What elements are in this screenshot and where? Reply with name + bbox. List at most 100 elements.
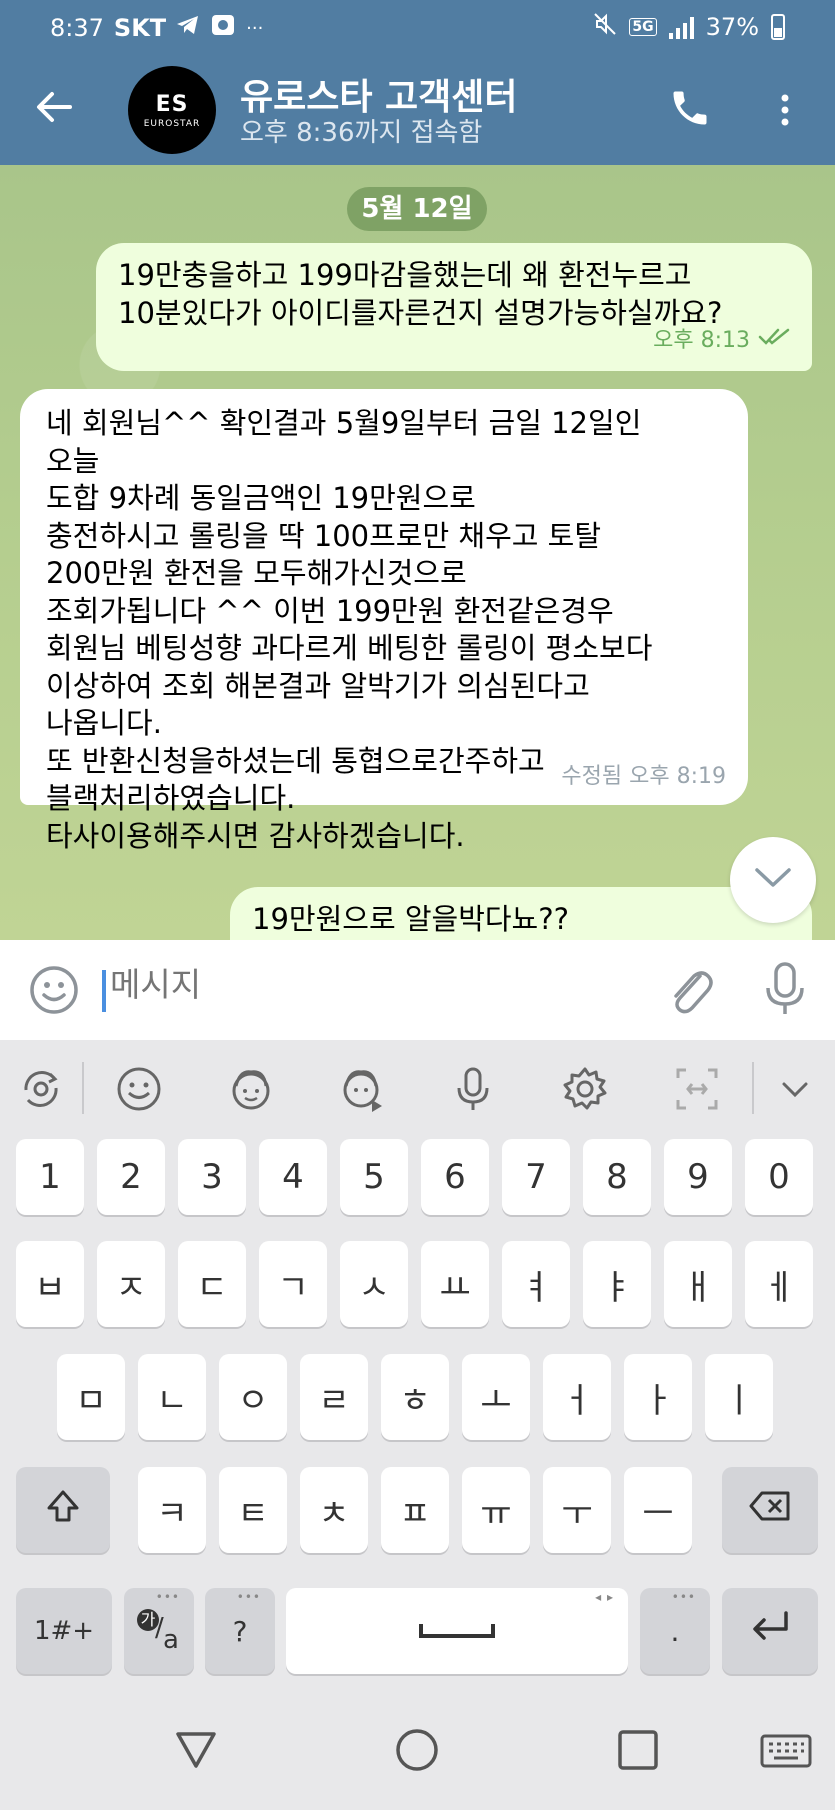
mute-icon — [593, 12, 617, 42]
period-key[interactable]: ••• . — [640, 1588, 710, 1674]
key-a[interactable]: ㅏ — [624, 1354, 692, 1440]
key-u[interactable]: ㅜ — [543, 1467, 611, 1553]
last-seen-status: 오후 8:36까지 접속함 — [240, 118, 483, 148]
key-eu[interactable]: ㅡ — [624, 1467, 692, 1553]
microphone-icon[interactable] — [762, 960, 808, 1018]
avatar-logo-sub: EUROSTAR — [143, 118, 201, 129]
message-input[interactable] — [110, 966, 610, 1004]
period-key-label: . — [670, 1614, 680, 1648]
telegram-icon — [176, 14, 200, 42]
voice-input-icon[interactable] — [448, 1064, 498, 1114]
backspace-icon — [748, 1490, 792, 1531]
network-badge: 5G — [629, 18, 657, 36]
question-key-label: ? — [232, 1614, 248, 1648]
emoji-icon[interactable] — [114, 1064, 164, 1114]
back-arrow-icon[interactable] — [30, 82, 80, 132]
chevron-down-icon — [753, 866, 793, 894]
symbols-key-label: 1#+ — [33, 1616, 95, 1646]
key-yo[interactable]: ㅛ — [421, 1241, 489, 1327]
space-icon — [417, 1611, 497, 1651]
system-nav-bar — [0, 1690, 835, 1810]
key-hieut[interactable]: ㅎ — [381, 1354, 449, 1440]
key-1[interactable]: 1 — [16, 1139, 84, 1215]
message-time: 수정됨 오후 8:19 — [561, 763, 726, 789]
message-bubble-incoming[interactable]: 네 회원님^^ 확인결과 5월9일부터 금일 12일인 오늘 도합 9차례 동일… — [20, 389, 748, 853]
nav-keyboard-icon[interactable] — [756, 1720, 816, 1780]
shift-icon — [43, 1486, 83, 1535]
toolbar-divider — [752, 1062, 754, 1114]
key-2[interactable]: 2 — [97, 1139, 165, 1215]
message-list[interactable]: 5월 12일 19만충을하고 199마감을했는데 왜 환전누르고 10분있다가 … — [0, 165, 835, 940]
key-digeut[interactable]: ㄷ — [178, 1241, 246, 1327]
key-5[interactable]: 5 — [340, 1139, 408, 1215]
message-text: 19만원으로 알을박다뇨?? — [252, 902, 570, 936]
key-tieut[interactable]: ㅌ — [219, 1467, 287, 1553]
question-key[interactable]: ••• ? — [205, 1588, 275, 1674]
sticker-face-icon[interactable] — [226, 1064, 276, 1114]
backspace-key[interactable] — [722, 1467, 818, 1553]
phone-call-icon[interactable] — [668, 86, 712, 130]
signal-icon — [668, 15, 694, 39]
message-time: 오후 8:13 — [653, 327, 750, 353]
message-meta: 오후 8:13 — [653, 322, 792, 360]
enter-key[interactable] — [722, 1588, 818, 1674]
language-switch-key[interactable]: ••• 가 / a — [124, 1588, 194, 1674]
key-kieuk[interactable]: ㅋ — [138, 1467, 206, 1553]
double-check-icon — [758, 322, 792, 360]
nav-recents-icon[interactable] — [608, 1720, 668, 1780]
message-bubble-outgoing[interactable]: 19만원으로 알을박다뇨?? — [230, 887, 812, 940]
settings-gear-icon[interactable] — [560, 1064, 610, 1114]
key-yeo[interactable]: ㅕ — [502, 1241, 570, 1327]
key-mieum[interactable]: ㅁ — [57, 1354, 125, 1440]
key-7[interactable]: 7 — [502, 1139, 570, 1215]
key-more-dots: ••• — [671, 1590, 696, 1604]
avatar-gif-icon[interactable] — [338, 1064, 388, 1114]
key-eo[interactable]: ㅓ — [543, 1354, 611, 1440]
key-ieung[interactable]: ㅇ — [219, 1354, 287, 1440]
key-ae[interactable]: ㅐ — [664, 1241, 732, 1327]
key-jieut[interactable]: ㅈ — [97, 1241, 165, 1327]
message-composer — [0, 940, 835, 1040]
scroll-down-button[interactable] — [730, 837, 816, 923]
text-extract-icon[interactable] — [672, 1064, 722, 1114]
space-key[interactable]: ◂ ▸ — [286, 1588, 628, 1674]
key-8[interactable]: 8 — [583, 1139, 651, 1215]
status-carrier: SKT — [113, 14, 167, 42]
avatar-logo: ES — [155, 91, 189, 117]
battery-icon — [771, 14, 785, 40]
key-more-dots: ••• — [236, 1590, 261, 1604]
more-vert-icon[interactable] — [770, 88, 800, 132]
key-ya[interactable]: ㅑ — [583, 1241, 651, 1327]
key-giyeok[interactable]: ㄱ — [259, 1241, 327, 1327]
shift-key[interactable] — [16, 1467, 110, 1553]
key-chieut[interactable]: ㅊ — [300, 1467, 368, 1553]
key-o[interactable]: ㅗ — [462, 1354, 530, 1440]
nav-home-icon[interactable] — [387, 1720, 447, 1780]
avatar[interactable]: ES EUROSTAR — [128, 66, 216, 154]
nav-back-icon[interactable] — [166, 1720, 226, 1780]
key-3[interactable]: 3 — [178, 1139, 246, 1215]
soft-keyboard: 1 2 3 4 5 6 7 8 9 0 ㅂ ㅈ ㄷ ㄱ ㅅ ㅛ ㅕ ㅑ ㅐ ㅔ … — [0, 1040, 835, 1690]
key-4[interactable]: 4 — [259, 1139, 327, 1215]
key-bieup[interactable]: ㅂ — [16, 1241, 84, 1327]
battery-percent: 37% — [705, 13, 759, 41]
symbols-key[interactable]: 1#+ — [16, 1588, 112, 1674]
key-siot[interactable]: ㅅ — [340, 1241, 408, 1327]
key-9[interactable]: 9 — [664, 1139, 732, 1215]
keyboard-toolbar — [0, 1040, 835, 1135]
collapse-chevron-icon[interactable] — [770, 1064, 820, 1114]
key-rieul[interactable]: ㄹ — [300, 1354, 368, 1440]
key-yu[interactable]: ㅠ — [462, 1467, 530, 1553]
message-bubble-outgoing[interactable]: 19만충을하고 199마감을했는데 왜 환전누르고 10분있다가 아이디를자른건… — [96, 243, 812, 371]
key-i[interactable]: ㅣ — [705, 1354, 773, 1440]
key-6[interactable]: 6 — [421, 1139, 489, 1215]
key-e[interactable]: ㅔ — [745, 1241, 813, 1327]
paperclip-icon[interactable] — [664, 962, 714, 1016]
gallery-icon — [210, 12, 236, 44]
emoji-icon[interactable] — [28, 964, 80, 1016]
toolbar-divider — [82, 1062, 84, 1114]
ai-refresh-icon[interactable] — [16, 1064, 66, 1114]
key-nieun[interactable]: ㄴ — [138, 1354, 206, 1440]
key-pieup[interactable]: ㅍ — [381, 1467, 449, 1553]
key-0[interactable]: 0 — [745, 1139, 813, 1215]
